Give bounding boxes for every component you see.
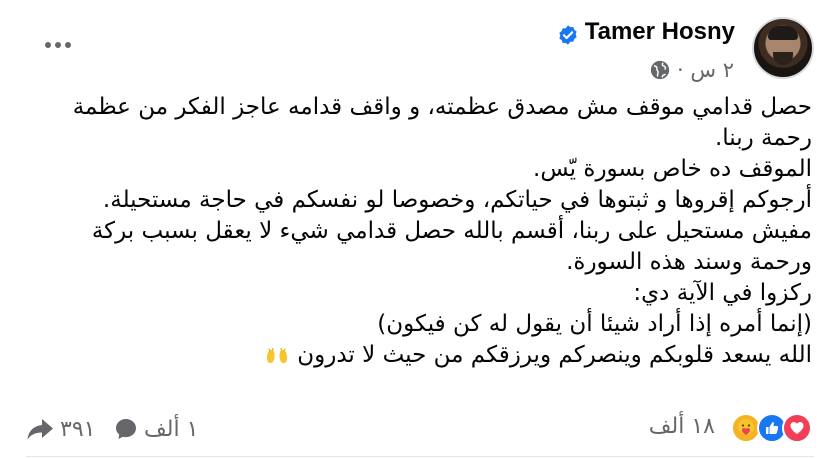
author-name[interactable]: Tamer Hosny	[585, 18, 735, 46]
share-count: ٣٩١	[60, 416, 96, 442]
more-dot	[55, 42, 61, 48]
avatar-beard	[773, 52, 793, 65]
more-options-button[interactable]	[40, 34, 76, 56]
post-text-line: مفيش مستحيل على ربنا، أقسم بالله حصل قدا…	[91, 218, 812, 244]
post-timestamp[interactable]: ٢ س ·	[677, 58, 734, 82]
avatar-cap	[768, 26, 798, 40]
post-text-line: الله يسعد قلوبكم وينصركم ويرزقكم من حيث …	[297, 342, 812, 368]
post-text-line: الموقف ده خاص بسورة يّس.	[533, 156, 812, 182]
post-text-line: (إنما أمره إذا أراد شيئا أن يقول له كن ف…	[377, 311, 812, 337]
raising-hands-icon	[267, 347, 288, 363]
post-text-line: ورحمة وسند هذه السورة.	[566, 249, 812, 275]
share-icon	[27, 419, 53, 440]
reaction-icons[interactable]	[724, 411, 814, 445]
post-text-line: حصل قدامي موقف مش مصدق عظمته، و واقف قدا…	[72, 94, 812, 120]
share-count-button[interactable]: ٣٩١	[26, 414, 95, 444]
post-card: Tamer Hosny ٢ س · حصل قدامي موقف مش مصدق…	[0, 0, 840, 459]
post-text-line: ركزوا في الآية دي:	[633, 280, 812, 306]
post-body: حصل قدامي موقف مش مصدق عظمته، و واقف قدا…	[22, 92, 812, 371]
love-reaction-icon	[782, 413, 812, 443]
post-text-line: رحمة ربنا.	[714, 125, 812, 151]
more-dot	[45, 42, 51, 48]
post-meta: ٢ س ·	[649, 57, 734, 83]
divider	[26, 456, 814, 457]
more-dot	[65, 42, 71, 48]
reaction-count[interactable]: ١٨ ألف	[649, 414, 715, 439]
verified-badge-icon	[559, 25, 577, 45]
comment-icon	[116, 419, 136, 439]
globe-icon[interactable]	[649, 59, 671, 81]
post-text-line: أرجوكم إقروها و ثبتوها في حياتكم، وخصوصا…	[102, 187, 812, 213]
comment-count-button[interactable]: ١ ألف	[114, 414, 198, 444]
comment-count: ١ ألف	[144, 416, 199, 442]
avatar[interactable]	[752, 17, 814, 79]
post-text-line-last: الله يسعد قلوبكم وينصركم ويرزقكم من حيث …	[22, 340, 812, 371]
